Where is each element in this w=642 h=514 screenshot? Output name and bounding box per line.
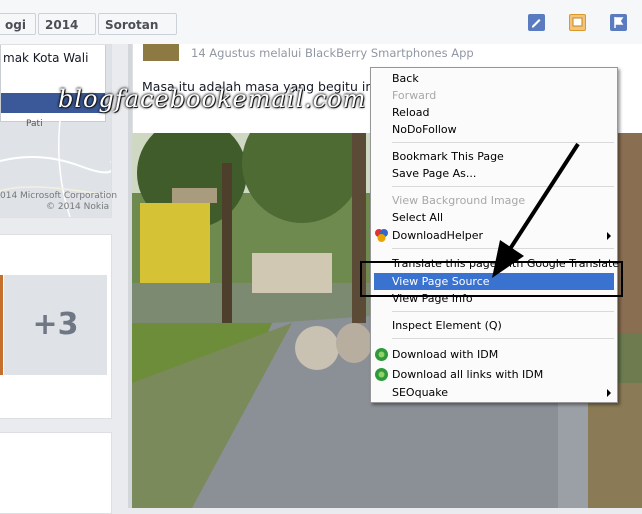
menu-item-back[interactable]: Back (392, 70, 617, 87)
watermark: blogfacebookemail.com (58, 85, 367, 113)
photo-icon[interactable] (569, 14, 586, 31)
submenu-arrow-icon (607, 389, 611, 397)
map-copyright-microsoft: 014 Microsoft Corporation (0, 191, 118, 201)
filter-dropdown-category[interactable]: ogi (0, 13, 36, 51)
submenu-arrow-icon (607, 232, 611, 240)
post-meta: 14 Agustus melalui BlackBerry Smartphone… (191, 46, 474, 60)
menu-item-download-all-idm[interactable]: Download all links with IDM (392, 366, 617, 383)
photos-card: +3 (0, 234, 112, 419)
menu-item-forward: Forward (392, 89, 437, 102)
filter-dropdown-year[interactable]: 2014 (38, 13, 96, 51)
menu-item-nodofollow[interactable]: NoDoFollow (392, 121, 617, 138)
downloadhelper-icon (374, 228, 389, 243)
menu-item-download-idm[interactable]: Download with IDM (392, 346, 617, 363)
avatar[interactable] (143, 44, 179, 61)
idm-icon (374, 367, 389, 382)
annotation-arrow-icon (492, 142, 580, 278)
photo-thumb-partial[interactable] (0, 275, 3, 375)
idm-icon (374, 347, 389, 362)
flag-icon[interactable] (610, 14, 627, 31)
menu-separator (392, 311, 614, 312)
filter-dropdown-highlights[interactable]: Sorotan (98, 13, 177, 51)
timeline-filter-bar: ogi 2014 Sorotan (0, 0, 642, 51)
map-title: mak Kota Wali (3, 51, 89, 65)
menu-item-inspect-element[interactable]: Inspect Element (Q) (392, 317, 617, 334)
map-card[interactable]: mak Kota Wali Pati 014 Microsoft Corpora… (0, 44, 117, 218)
pencil-icon[interactable] (528, 14, 545, 31)
more-photos-tile[interactable]: +3 (4, 275, 107, 375)
map-place-label: Pati (26, 119, 43, 129)
sidebar-card (0, 432, 112, 514)
menu-separator (392, 338, 614, 339)
left-column: mak Kota Wali Pati 014 Microsoft Corpora… (0, 44, 128, 514)
map-copyright-nokia: © 2014 Nokia (46, 202, 110, 212)
menu-item-reload[interactable]: Reload (392, 104, 617, 121)
menu-item-seoquake[interactable]: SEOquake (392, 384, 617, 401)
